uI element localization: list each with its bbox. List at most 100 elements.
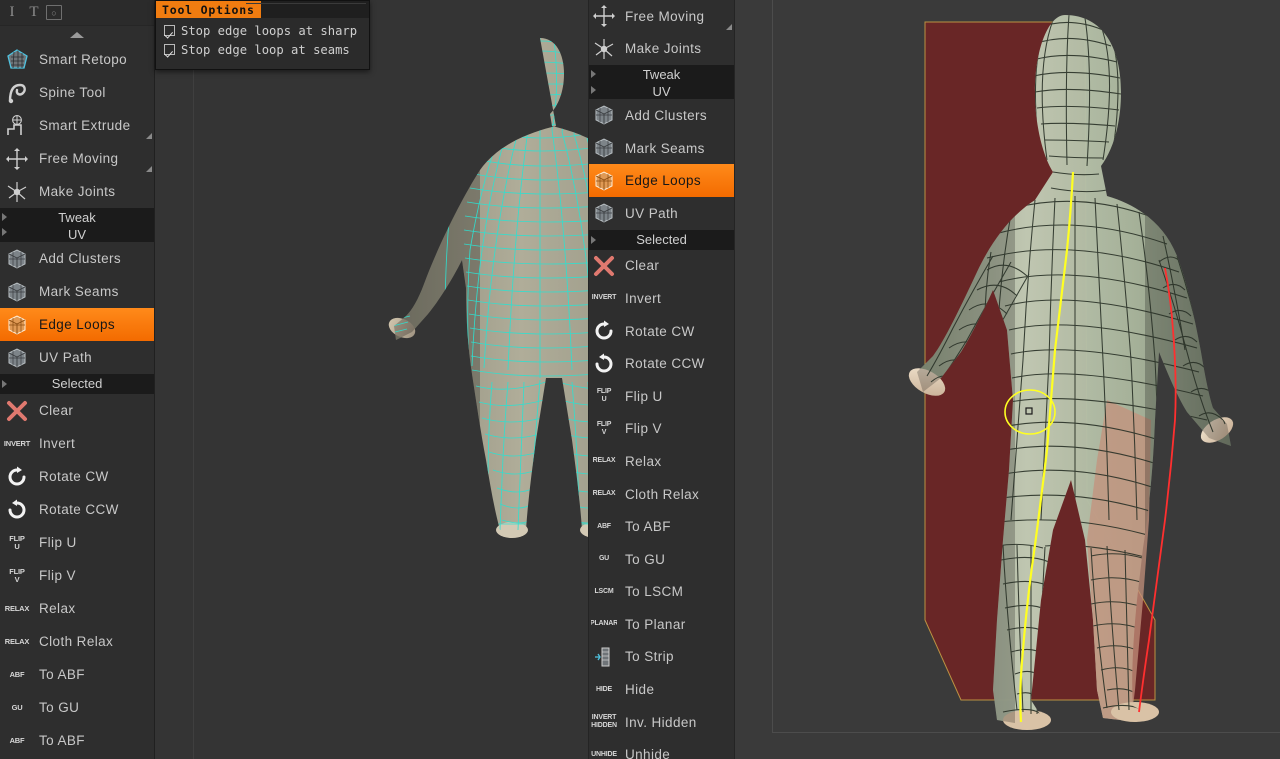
item-label: To Strip <box>625 649 674 665</box>
sidebar-item-to-abf[interactable]: ABF To ABF <box>0 658 154 691</box>
sidebar-item-uv-path[interactable]: UV Path <box>0 341 154 374</box>
sidebar-item-rotate-cw[interactable]: Rotate CW <box>0 460 154 493</box>
item-label: Smart Extrude <box>39 118 131 133</box>
x-clear-icon <box>591 252 617 280</box>
cloth-relax-icon: RELAX <box>4 636 30 646</box>
text-cursor-icon[interactable]: I <box>2 2 22 24</box>
sidebar-item-cloth-relax[interactable]: RELAX Cloth Relax <box>0 625 154 658</box>
sidebar-item-edge-loops[interactable]: Edge Loops <box>0 308 154 341</box>
submenu-corner-indicator[interactable] <box>146 166 152 172</box>
menu-item-mark-seams[interactable]: Mark Seams <box>589 132 734 165</box>
invert-text-icon: INVERT <box>3 438 31 448</box>
menu-item-cloth-relax[interactable]: RELAX Cloth Relax <box>589 478 734 511</box>
sidebar-item-smart-extrude[interactable]: Smart Extrude <box>0 109 154 142</box>
item-label: To ABF <box>39 733 85 748</box>
sidebar-collapse-button[interactable] <box>0 26 154 43</box>
checkbox-checked-icon[interactable] <box>164 44 175 55</box>
item-label: Add Clusters <box>39 251 122 266</box>
menu-item-free-moving[interactable]: Free Moving <box>589 0 734 33</box>
menu-item-clear[interactable]: Clear <box>589 250 734 283</box>
menu-item-flip-u[interactable]: FLIP U Flip U <box>589 380 734 413</box>
sidebar-item-to-abf[interactable]: ABF To ABF <box>0 724 154 757</box>
viewport-right[interactable] <box>735 0 1280 759</box>
menu-item-to-gu[interactable]: GU To GU <box>589 543 734 576</box>
menu-item-to-lscm[interactable]: LSCM To LSCM <box>589 576 734 609</box>
sidebar-item-relax[interactable]: RELAX Relax <box>0 592 154 625</box>
checkbox-checked-icon[interactable] <box>164 25 175 36</box>
item-label: Free Moving <box>39 151 119 166</box>
menu-item-inv-hidden[interactable]: INVERT HIDDEN Inv. Hidden <box>589 706 734 739</box>
chevron-right-icon-2 <box>2 228 7 237</box>
sidebar-item-mark-seams[interactable]: Mark Seams <box>0 275 154 308</box>
submenu-corner-indicator[interactable] <box>726 23 732 30</box>
cube-loops-icon <box>3 311 31 339</box>
item-label: Edge Loops <box>39 317 116 332</box>
item-label: Hide <box>625 682 655 698</box>
chevron-up-icon <box>70 31 84 38</box>
menu-item-add-clusters[interactable]: Add Clusters <box>589 99 734 132</box>
retopo-mesh-icon <box>3 46 31 74</box>
section-title: Tweak <box>642 67 681 83</box>
sidebar-top-icon-row[interactable]: I T ○ <box>0 0 154 26</box>
menu-item-rotate-ccw[interactable]: Rotate CCW <box>589 347 734 380</box>
cube-cluster-icon <box>591 101 617 129</box>
item-label: Cloth Relax <box>625 486 700 502</box>
left-tool-sidebar[interactable]: I T ○ Smart Retopo Spine Tool Smart Extrud… <box>0 0 155 759</box>
item-label: Free Moving <box>625 8 705 24</box>
menu-item-make-joints[interactable]: Make Joints <box>589 33 734 66</box>
sidebar-item-flip-v[interactable]: FLIP V Flip V <box>0 559 154 592</box>
item-label: Clear <box>39 403 74 418</box>
item-label: UV Path <box>625 205 679 221</box>
item-label: To GU <box>625 551 666 567</box>
viewport-right-frame <box>772 0 1280 733</box>
sidebar-item-add-clusters[interactable]: Add Clusters <box>0 242 154 275</box>
move-arrows-icon <box>3 145 31 173</box>
tool-option-row-1[interactable]: Stop edge loop at seams <box>164 40 365 59</box>
item-label: Flip U <box>625 388 663 404</box>
section-title: Tweak <box>58 210 96 225</box>
tool-options-body: Stop edge loops at sharp Stop edge loop a… <box>156 18 369 59</box>
menu-item-hide[interactable]: HIDE Hide <box>589 673 734 706</box>
sidebar-item-rotate-ccw[interactable]: Rotate CCW <box>0 493 154 526</box>
item-label: Flip V <box>625 421 662 437</box>
menu-item-to-abf[interactable]: ABF To ABF <box>589 510 734 543</box>
sidebar-item-free-moving[interactable]: Free Moving <box>0 142 154 175</box>
chevron-right-icon-2 <box>591 85 596 94</box>
menu-item-to-strip[interactable]: To Strip <box>589 641 734 674</box>
sidebar-item-make-joints[interactable]: Make Joints <box>0 175 154 208</box>
rotate-cw-icon <box>591 317 617 345</box>
item-label: Relax <box>625 453 662 469</box>
tool-option-row-0[interactable]: Stop edge loops at sharp <box>164 21 365 40</box>
sidebar-item-smart-retopo[interactable]: Smart Retopo <box>0 43 154 76</box>
sidebar-item-invert[interactable]: INVERT Invert <box>0 427 154 460</box>
sidebar-item-to-gu[interactable]: GU To GU <box>0 691 154 724</box>
menu-item-relax[interactable]: RELAX Relax <box>589 445 734 478</box>
menu-item-edge-loops[interactable]: Edge Loops <box>589 164 734 197</box>
item-label: Add Clusters <box>625 107 708 123</box>
to-gu-icon: GU <box>11 702 23 712</box>
item-label: To LSCM <box>625 584 684 600</box>
boxed-circle-icon[interactable]: ○ <box>46 5 62 20</box>
menu-item-uv-path[interactable]: UV Path <box>589 197 734 230</box>
menu-item-to-planar[interactable]: PLANAR To Planar <box>589 608 734 641</box>
tool-options-popup[interactable]: Tool Options Stop edge loops at sharp Sto… <box>155 0 370 70</box>
cube-loops-icon <box>591 167 617 195</box>
tool-options-top-rule <box>246 3 366 4</box>
invert-text-icon: INVERT <box>591 294 617 302</box>
sidebar-item-spine-tool[interactable]: Spine Tool <box>0 76 154 109</box>
section-header-tweak: Tweak UV <box>0 208 154 242</box>
menu-item-rotate-cw[interactable]: Rotate CW <box>589 315 734 348</box>
sidebar-item-flip-u[interactable]: FLIP U Flip U <box>0 526 154 559</box>
item-label: Make Joints <box>625 41 702 57</box>
submenu-corner-indicator[interactable] <box>146 133 152 139</box>
context-menu-panel[interactable]: Free Moving Make Joints Tweak UV Add Cluster… <box>588 0 735 759</box>
item-label: Flip V <box>39 568 76 583</box>
menu-item-invert[interactable]: INVERT Invert <box>589 282 734 315</box>
text-tool-icon[interactable]: T <box>24 2 44 24</box>
sidebar-item-clear[interactable]: Clear <box>0 394 154 427</box>
joints-star-icon <box>3 178 31 206</box>
menu-item-flip-v[interactable]: FLIP V Flip V <box>589 413 734 446</box>
relax-icon: RELAX <box>592 457 616 465</box>
rotate-ccw-icon <box>3 496 31 524</box>
menu-item-unhide[interactable]: UNHIDE Unhide <box>589 738 734 759</box>
